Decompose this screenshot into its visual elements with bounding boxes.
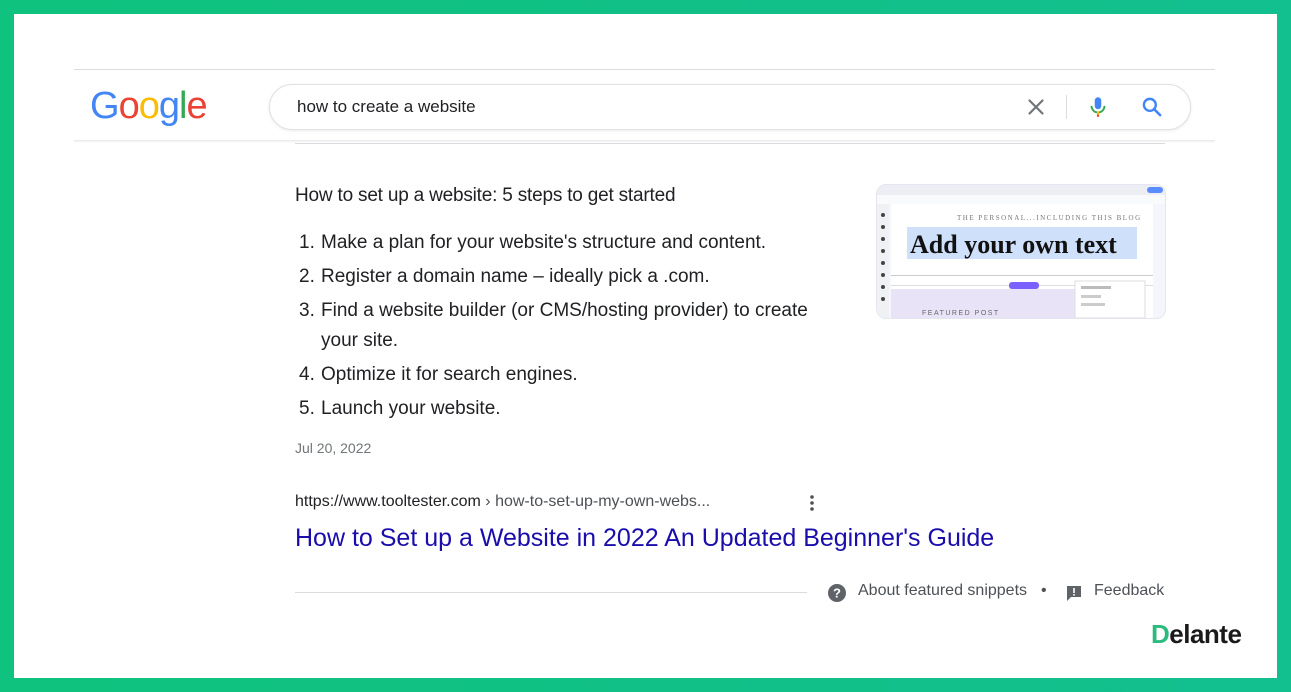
step-item: 5. Launch your website.: [299, 398, 501, 419]
more-vert-icon[interactable]: [803, 493, 821, 513]
feedback-link[interactable]: Feedback: [1094, 582, 1164, 600]
svg-text:THE PERSONAL...INCLUDING THIS: THE PERSONAL...INCLUDING THIS BLOG: [957, 214, 1142, 222]
snippet-date: Jul 20, 2022: [295, 440, 372, 456]
snippet-heading: How to set up a website: 5 steps to get …: [295, 185, 676, 206]
result-domain: https://www.tooltester.com: [295, 493, 481, 510]
search-input[interactable]: [297, 96, 997, 118]
step-item: 2. Register a domain name – ideally pick …: [299, 266, 710, 287]
mic-icon[interactable]: [1085, 94, 1111, 120]
snippet-thumbnail[interactable]: THE PERSONAL...INCLUDING THIS BLOG Add y…: [876, 184, 1166, 319]
help-circle-icon[interactable]: ?: [827, 583, 847, 603]
footer-divider: [295, 592, 807, 593]
snippet-steps: 1. Make a plan for your website's structu…: [295, 228, 835, 428]
search-box[interactable]: [269, 84, 1191, 130]
clear-icon[interactable]: [1023, 94, 1049, 120]
brand-rest: elante: [1169, 619, 1242, 649]
result-title-link[interactable]: How to Set up a Website in 2022 An Updat…: [295, 524, 994, 553]
screenshot-canvas: Google How to set up a website: 5 steps …: [14, 14, 1277, 678]
search-icon[interactable]: [1139, 94, 1165, 120]
search-divider: [1066, 95, 1067, 119]
step-item: 4. Optimize it for search engines.: [299, 364, 578, 385]
svg-text:FEATURED POST: FEATURED POST: [922, 310, 1000, 317]
brand-initial: D: [1151, 619, 1170, 649]
feedback-icon[interactable]: [1064, 583, 1084, 603]
result-path: › how-to-set-up-my-own-webs...: [480, 493, 711, 510]
google-logo[interactable]: Google: [90, 84, 208, 128]
delante-logo: Delante: [1151, 619, 1242, 650]
about-featured-snippets-link[interactable]: About featured snippets: [858, 582, 1027, 600]
svg-text:?: ?: [833, 586, 841, 601]
top-divider: [74, 69, 1215, 70]
step-item: 3. Find a website builder (or CMS/hosting…: [299, 300, 808, 351]
step-item: 1. Make a plan for your website's structu…: [299, 232, 767, 253]
svg-text:Add your own text: Add your own text: [910, 230, 1117, 259]
results-divider: [295, 143, 1165, 144]
footer-separator: •: [1041, 582, 1047, 599]
result-url[interactable]: https://www.tooltester.com › how-to-set-…: [295, 493, 710, 511]
